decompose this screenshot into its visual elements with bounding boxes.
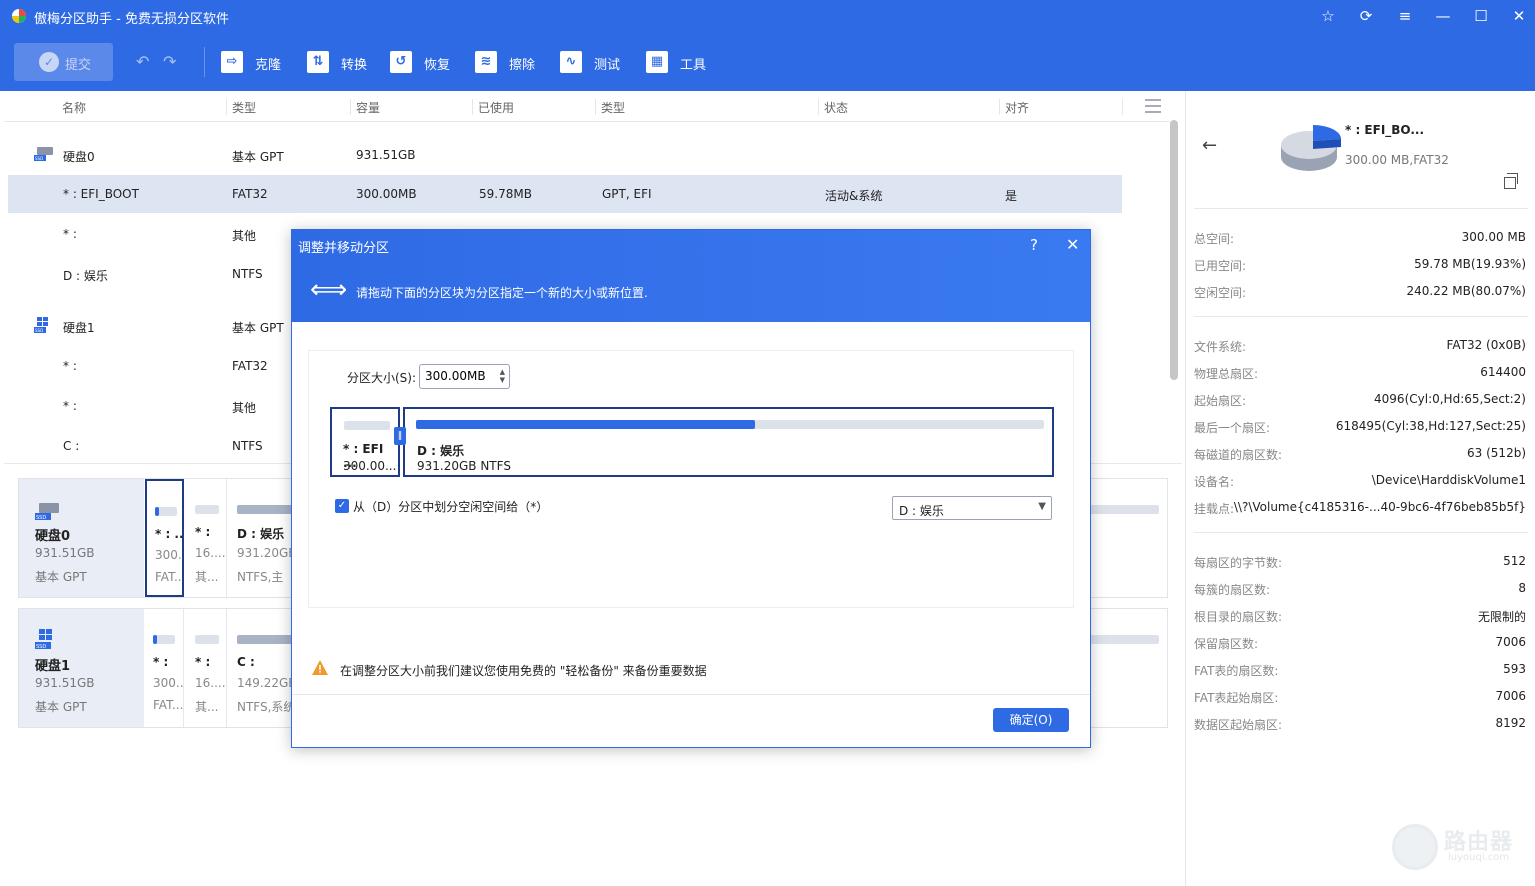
table-row[interactable]: SSD 硬盘0 基本 GPT 931.51GB bbox=[8, 136, 1122, 174]
list-scrollbar[interactable] bbox=[1170, 120, 1178, 380]
test-icon: ∿ bbox=[560, 51, 582, 73]
prop-total-space: 总空间: 300.00 MB bbox=[1194, 230, 1526, 246]
col-name[interactable]: 名称 bbox=[62, 99, 86, 116]
prop-last-sector: 最后一个扇区: 618495(Cyl:38,Hd:127,Sect:25) bbox=[1194, 419, 1526, 435]
column-header: 名称 类型 容量 已使用 类型 状态 对齐 bbox=[4, 91, 1170, 122]
svg-text:SSD: SSD bbox=[36, 644, 46, 650]
resize-handle[interactable]: ‖ bbox=[394, 427, 406, 445]
prop-fat-sectors: FAT表的扇区数: 593 bbox=[1194, 662, 1526, 678]
allocate-free-space-checkbox[interactable]: ✓ bbox=[335, 499, 349, 513]
prop-data-start-sector: 数据区起始扇区: 8192 bbox=[1194, 716, 1526, 732]
prop-used-space: 已用空间: 59.78 MB(19.93%) bbox=[1194, 257, 1526, 273]
ok-button[interactable]: 确定(O) bbox=[993, 708, 1069, 732]
prop-mount-point: 挂载点: \\?\Volume{c4185316-...40-9bc6-4f76b… bbox=[1194, 500, 1526, 516]
ssd-disk-icon: SSD bbox=[35, 629, 52, 650]
svg-text:SSD: SSD bbox=[36, 515, 46, 521]
prop-device-name: 设备名: \Device\HarddiskVolume1 bbox=[1194, 473, 1526, 489]
undo-icon[interactable]: ↶ bbox=[136, 52, 149, 71]
refresh-icon[interactable]: ⟳ bbox=[1354, 6, 1378, 26]
usage-fill bbox=[416, 420, 756, 429]
dialog-header: 调整并移动分区 ? ✕ ⟺ 请拖动下面的分区块为分区指定一个新的大小或新位置. bbox=[292, 230, 1090, 322]
dialog-title: 调整并移动分区 bbox=[298, 241, 390, 256]
usage-fill bbox=[153, 635, 158, 644]
partition-summary: 300.00 MB,FAT32 bbox=[1345, 153, 1449, 167]
toolbar: ✓ 提交 ↶ ↷ ⇨ 克隆 ⇅ 转换 ↺ 恢复 ≋ 擦除 ∿ 测试 ▦ 工具 bbox=[0, 33, 1535, 91]
help-icon[interactable]: ? bbox=[1030, 236, 1038, 254]
title-bar: 傲梅分区助手 - 免费无损分区软件 ☆ ⟳ ≡ — ☐ ✕ bbox=[0, 0, 1535, 33]
app-title: 傲梅分区助手 - 免费无损分区软件 bbox=[34, 12, 229, 27]
col-capacity[interactable]: 容量 bbox=[356, 99, 380, 116]
prop-total-sectors: 物理总扇区: 614400 bbox=[1194, 365, 1526, 381]
prop-reserved-sectors: 保留扇区数: 7006 bbox=[1194, 635, 1526, 651]
efi-partition-block[interactable]: * : EFI ... 300.00... bbox=[330, 407, 400, 477]
col-align[interactable]: 对齐 bbox=[1005, 99, 1029, 116]
spin-arrows-icon[interactable]: ▲ ▼ bbox=[500, 368, 505, 384]
chevron-down-icon: ▼ bbox=[1038, 501, 1046, 512]
column-settings-icon[interactable] bbox=[1145, 99, 1161, 113]
usage-pie-icon bbox=[1281, 125, 1341, 171]
partition-name: * : EFI_BO... bbox=[1345, 123, 1425, 137]
svg-text:SSD: SSD bbox=[35, 156, 43, 161]
toolbar-divider bbox=[204, 47, 205, 77]
partition-block[interactable]: * : ... 300... FAT... bbox=[145, 479, 184, 597]
prop-file-system: 文件系统: FAT32 (0x0B) bbox=[1194, 338, 1526, 354]
col-used[interactable]: 已使用 bbox=[478, 99, 514, 116]
check-icon: ✓ bbox=[39, 52, 59, 72]
favorite-star-icon[interactable]: ☆ bbox=[1316, 6, 1340, 26]
usage-fill bbox=[155, 507, 160, 516]
source-partition-select[interactable]: D : 娱乐 ▼ bbox=[892, 496, 1052, 520]
resize-move-dialog: 调整并移动分区 ? ✕ ⟺ 请拖动下面的分区块为分区指定一个新的大小或新位置. … bbox=[291, 229, 1091, 748]
ssd-disk-icon: SSD bbox=[34, 317, 48, 333]
commit-button[interactable]: ✓ 提交 bbox=[14, 43, 113, 81]
tools-icon: ▦ bbox=[646, 51, 668, 73]
partition-block[interactable]: * : 16.... 其... bbox=[187, 609, 227, 727]
dialog-description: 请拖动下面的分区块为分区指定一个新的大小或新位置. bbox=[356, 286, 648, 300]
prop-sectors-per-track: 每磁道的扇区数: 63 (512b) bbox=[1194, 446, 1526, 462]
backup-warning-text: 在调整分区大小前我们建议您使用免费的 "轻松备份" 来备份重要数据 bbox=[340, 664, 707, 678]
svg-text:SSD: SSD bbox=[35, 328, 43, 333]
partition-map: * : EFI ... 300.00... D : 娱乐 931.20GB NT… bbox=[330, 407, 1054, 477]
restore-icon: ↺ bbox=[390, 51, 412, 73]
prop-free-space: 空闲空间: 240.22 MB(80.07%) bbox=[1194, 284, 1526, 300]
size-input[interactable] bbox=[425, 369, 491, 383]
checkbox-label[interactable]: 从（D）分区中划分空闲空间给（*） bbox=[353, 498, 548, 515]
warning-icon bbox=[312, 660, 328, 675]
d-partition-block[interactable]: D : 娱乐 931.20GB NTFS bbox=[403, 407, 1054, 477]
maximize-icon[interactable]: ☐ bbox=[1469, 6, 1493, 26]
prop-bytes-per-sector: 每扇区的字节数: 512 bbox=[1194, 554, 1526, 570]
col-ptype[interactable]: 类型 bbox=[601, 99, 625, 116]
table-row[interactable]: * : EFI_BOOT FAT32 300.00MB 59.78MB GPT,… bbox=[8, 175, 1122, 213]
watermark: 路由器 luyouqi.com bbox=[1392, 822, 1522, 870]
disk-info: SSD 硬盘1 931.51GB 基本 GPT bbox=[19, 609, 144, 727]
size-stepper[interactable]: ▲▼ bbox=[419, 364, 510, 389]
menu-icon[interactable]: ≡ bbox=[1393, 6, 1417, 26]
properties-panel: ← * : EFI_BO... 300.00 MB,FAT32 总空间: 300.… bbox=[1185, 91, 1535, 886]
dialog-body: 分区大小(S): ▲▼ * : EFI ... 300.00... D : 娱乐… bbox=[308, 350, 1074, 608]
close-icon[interactable]: ✕ bbox=[1507, 6, 1531, 26]
prop-root-dir-sectors: 根目录的扇区数: 无限制的 bbox=[1194, 610, 1526, 624]
clone-icon: ⇨ bbox=[221, 51, 243, 73]
partition-block[interactable]: * : 16.... 其... bbox=[187, 479, 227, 597]
ssd-disk-icon: SSD bbox=[34, 147, 53, 161]
redo-icon[interactable]: ↷ bbox=[163, 52, 176, 71]
col-type[interactable]: 类型 bbox=[232, 99, 256, 116]
back-arrow-icon[interactable]: ← bbox=[1202, 135, 1217, 156]
convert-icon: ⇅ bbox=[307, 51, 329, 73]
prop-sectors-per-cluster: 每簇的扇区数: 8 bbox=[1194, 581, 1526, 597]
wipe-icon: ≋ bbox=[475, 51, 497, 73]
size-label: 分区大小(S): bbox=[347, 371, 417, 385]
ssd-disk-icon: SSD bbox=[35, 503, 59, 521]
minimize-icon[interactable]: — bbox=[1431, 6, 1455, 26]
col-status[interactable]: 状态 bbox=[824, 99, 848, 116]
close-icon[interactable]: ✕ bbox=[1066, 235, 1079, 254]
partition-block[interactable]: * : 300... FAT... bbox=[145, 609, 184, 727]
resize-arrows-icon: ⟺ bbox=[310, 275, 348, 305]
router-logo-icon bbox=[1392, 824, 1438, 870]
prop-start-sector: 起始扇区: 4096(Cyl:0,Hd:65,Sect:2) bbox=[1194, 392, 1526, 408]
app-logo-icon bbox=[12, 9, 26, 23]
copy-icon[interactable] bbox=[1504, 173, 1518, 189]
disk-info: SSD 硬盘0 931.51GB 基本 GPT bbox=[19, 479, 144, 597]
prop-fat-start-sector: FAT表起始扇区: 7006 bbox=[1194, 689, 1526, 705]
